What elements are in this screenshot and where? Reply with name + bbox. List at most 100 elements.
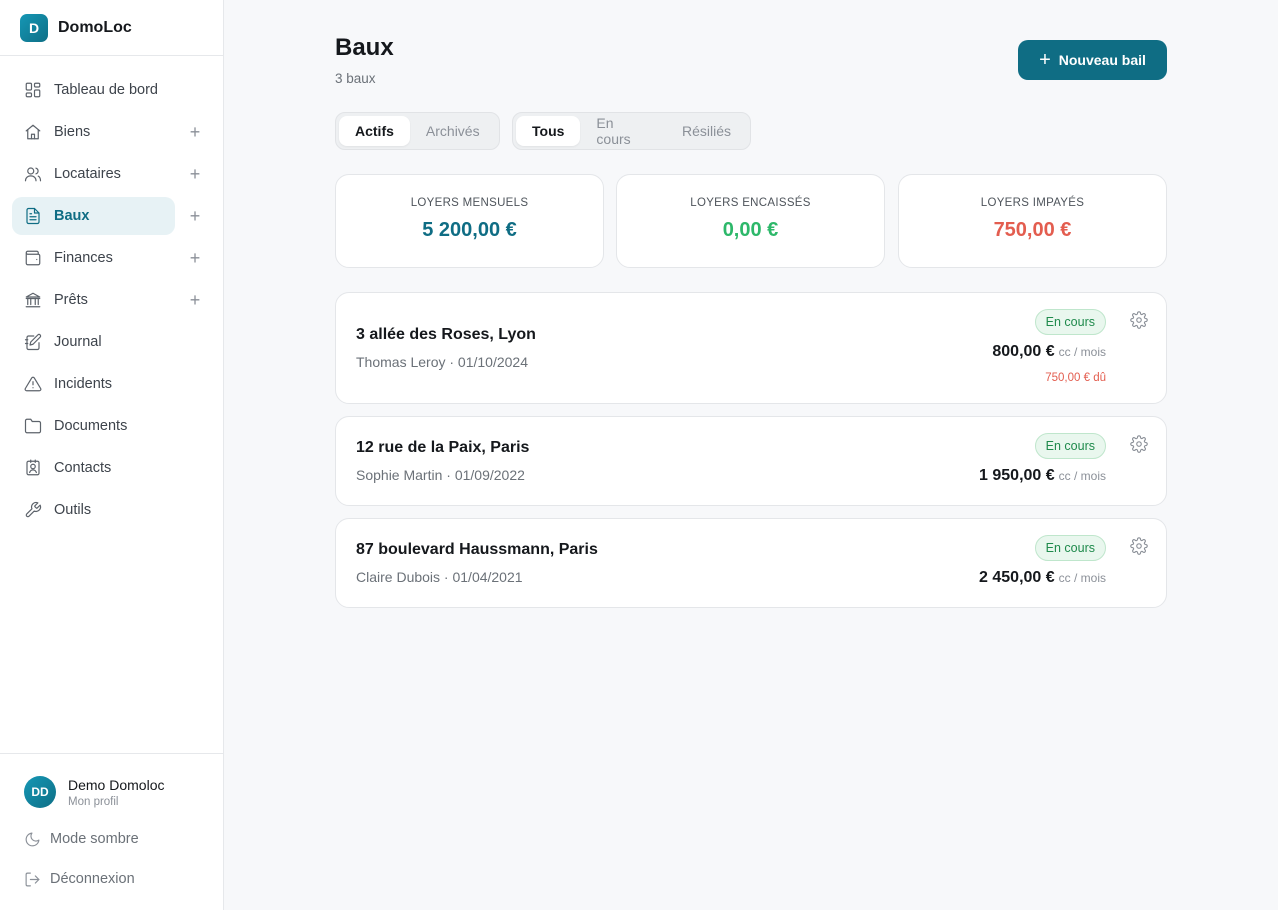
contact-card-icon — [24, 459, 42, 477]
sidebar-item-label: Documents — [54, 418, 128, 434]
sidebar-item-label: Prêts — [54, 292, 88, 308]
sidebar-item-biens[interactable]: Biens + — [12, 113, 211, 151]
sidebar-item-label: Journal — [54, 334, 102, 350]
sidebar-item-label: Outils — [54, 502, 92, 518]
wallet-icon — [24, 249, 42, 267]
lease-address: 87 boulevard Haussmann, Paris — [356, 541, 598, 558]
sidebar-item-locataires[interactable]: Locataires + — [12, 155, 211, 193]
wrench-icon — [24, 501, 42, 519]
stat-card-loyers-mensuels: LOYERS MENSUELS 5 200,00 € — [335, 174, 604, 268]
gear-icon[interactable] — [1130, 537, 1148, 555]
bank-icon — [24, 291, 42, 309]
add-pret-button[interactable]: + — [187, 291, 203, 309]
rent-amount: 800,00 € — [992, 343, 1055, 360]
lease-card[interactable]: 3 allée des Roses, Lyon Thomas Leroy · 0… — [335, 292, 1167, 404]
lease-tenant-date: Claire Dubois · 01/04/2021 — [356, 569, 523, 585]
new-lease-button[interactable]: + Nouveau bail — [1018, 40, 1167, 80]
stat-label: LOYERS MENSUELS — [410, 197, 529, 209]
logout-button[interactable]: Déconnexion — [0, 869, 223, 889]
status-badge: En cours — [1034, 433, 1106, 459]
alert-icon — [24, 375, 42, 393]
rent-amount: 2 450,00 € — [979, 569, 1055, 586]
sidebar-item-label: Contacts — [54, 460, 112, 476]
logout-icon — [25, 872, 40, 886]
status-badge: En cours — [1034, 309, 1106, 335]
lease-tenant-date: Thomas Leroy · 01/10/2024 — [356, 354, 528, 370]
dashboard-icon — [24, 81, 42, 99]
stat-value: 0,00 € — [722, 219, 779, 241]
stat-label: LOYERS IMPAYÉS — [980, 197, 1085, 209]
lease-count: 3 baux — [335, 71, 376, 86]
archive-filter: Actifs Archivés — [335, 112, 500, 150]
filter-resilies[interactable]: Résiliés — [666, 116, 747, 146]
sidebar-item-documents[interactable]: Documents — [12, 407, 211, 445]
sidebar-item-label: Locataires — [54, 166, 121, 182]
sidebar-item-incidents[interactable]: Incidents — [12, 365, 211, 403]
add-bail-button[interactable]: + — [187, 207, 203, 225]
sidebar-item-label: Incidents — [54, 376, 113, 392]
home-icon — [24, 123, 42, 141]
filter-archives[interactable]: Archivés — [410, 116, 496, 146]
dark-mode-toggle[interactable]: Mode sombre — [0, 829, 223, 849]
sidebar-footer: DD Demo Domoloc Mon profil Mode sombre D… — [0, 753, 223, 910]
sidebar-item-label: Tableau de bord — [54, 82, 158, 98]
lease-rent: 800,00 € cc / mois — [992, 343, 1106, 361]
profile-subtitle: Mon profil — [68, 795, 119, 808]
rent-period: cc / mois — [1058, 571, 1106, 585]
stat-value: 750,00 € — [993, 219, 1072, 241]
brand-name: DomoLoc — [58, 18, 132, 36]
status-filter: Tous En cours Résiliés — [512, 112, 751, 150]
sidebar-item-tableau-de-bord[interactable]: Tableau de bord — [12, 71, 211, 109]
lease-card[interactable]: 12 rue de la Paix, Paris Sophie Martin ·… — [335, 416, 1167, 506]
main-content: Baux 3 baux + Nouveau bail Actifs Archiv… — [224, 0, 1278, 910]
sidebar-item-baux[interactable]: Baux + — [12, 197, 200, 235]
folder-icon — [24, 417, 42, 435]
profile-text: Demo Domoloc Mon profil — [68, 777, 164, 808]
rent-period: cc / mois — [1058, 469, 1106, 483]
rent-period: cc / mois — [1058, 345, 1106, 359]
stat-label: LOYERS ENCAISSÉS — [690, 197, 811, 209]
rent-amount: 1 950,00 € — [979, 467, 1055, 484]
moon-icon — [25, 832, 40, 846]
lease-rent: 1 950,00 € cc / mois — [979, 467, 1106, 485]
page-title: Baux — [335, 34, 394, 61]
sidebar-item-journal[interactable]: Journal — [12, 323, 211, 361]
brand-logo: D — [20, 13, 48, 42]
sidebar: D DomoLoc Tableau de bord Biens + Locata… — [0, 0, 224, 910]
add-locataire-button[interactable]: + — [187, 165, 203, 183]
lease-card[interactable]: 87 boulevard Haussmann, Paris Claire Dub… — [335, 518, 1167, 608]
filter-actifs[interactable]: Actifs — [339, 116, 410, 146]
profile-name: Demo Domoloc — [68, 776, 165, 793]
document-icon — [24, 207, 42, 225]
stat-card-loyers-encaisses: LOYERS ENCAISSÉS 0,00 € — [616, 174, 885, 268]
lease-rent: 2 450,00 € cc / mois — [979, 569, 1106, 587]
add-bien-button[interactable]: + — [187, 123, 203, 141]
sidebar-item-finances[interactable]: Finances + — [12, 239, 211, 277]
sidebar-item-prets[interactable]: Prêts + — [12, 281, 211, 319]
filter-tous[interactable]: Tous — [516, 116, 581, 146]
sidebar-item-contacts[interactable]: Contacts — [12, 449, 211, 487]
dark-mode-label: Mode sombre — [50, 831, 139, 847]
lease-tenant-date: Sophie Martin · 01/09/2022 — [356, 467, 525, 483]
profile-link[interactable]: DD Demo Domoloc Mon profil — [0, 754, 223, 808]
gear-icon[interactable] — [1130, 311, 1148, 329]
stat-card-loyers-impayes: LOYERS IMPAYÉS 750,00 € — [898, 174, 1167, 268]
sidebar-item-label: Baux — [54, 208, 90, 224]
lease-address: 3 allée des Roses, Lyon — [356, 326, 536, 343]
journal-icon — [24, 333, 42, 351]
avatar: DD — [24, 776, 56, 808]
filter-en-cours[interactable]: En cours — [580, 115, 666, 147]
sidebar-item-label: Biens — [54, 124, 91, 140]
sidebar-item-outils[interactable]: Outils — [12, 491, 211, 529]
sidebar-item-label: Finances — [54, 250, 113, 266]
status-badge: En cours — [1034, 535, 1106, 561]
lease-address: 12 rue de la Paix, Paris — [356, 439, 530, 456]
plus-icon: + — [1039, 49, 1051, 71]
users-icon — [24, 165, 42, 183]
new-lease-label: Nouveau bail — [1058, 52, 1146, 68]
brand[interactable]: D DomoLoc — [0, 0, 223, 56]
sidebar-nav: Tableau de bord Biens + Locataires + Bau… — [0, 56, 223, 529]
gear-icon[interactable] — [1130, 435, 1148, 453]
logout-label: Déconnexion — [50, 871, 135, 887]
add-finance-button[interactable]: + — [187, 249, 203, 267]
